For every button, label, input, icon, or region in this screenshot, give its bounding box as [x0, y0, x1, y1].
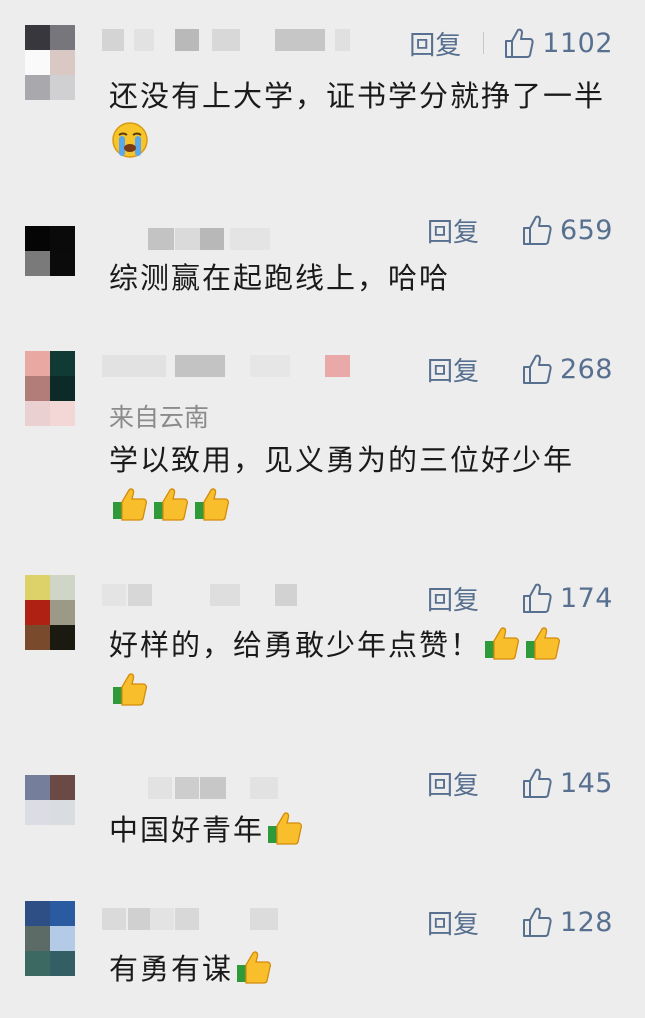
- comment-actions: 回复 128: [427, 904, 613, 940]
- comment-actions: 回复 659: [427, 212, 613, 248]
- comment-text: 还没有上大学，证书学分就挣了一半: [109, 73, 619, 165]
- thumbs-up-icon: [523, 623, 563, 663]
- username-blurred[interactable]: [100, 224, 370, 254]
- thumbs-up-icon: [110, 669, 150, 709]
- divider: [483, 32, 485, 54]
- username-blurred[interactable]: [100, 904, 370, 934]
- avatar[interactable]: [25, 25, 75, 75]
- thumbs-up-icon: [234, 947, 274, 987]
- comment-text: 好样的，给勇敢少年点赞！: [109, 622, 619, 714]
- like-count: 145: [559, 767, 613, 799]
- like-count: 128: [559, 906, 613, 938]
- comment-text: 有勇有谋: [109, 946, 619, 992]
- comment-text-content: 中国好青年: [109, 813, 265, 847]
- reply-button[interactable]: 回复: [409, 25, 461, 62]
- reply-button[interactable]: 回复: [427, 351, 479, 388]
- comment-actions: 回复 145: [427, 765, 613, 801]
- reply-button[interactable]: 回复: [427, 212, 479, 249]
- comment-text-content: 好样的，给勇敢少年点赞！: [109, 628, 482, 662]
- thumbs-up-outline-icon[interactable]: [522, 767, 552, 799]
- avatar[interactable]: [25, 575, 75, 650]
- avatar[interactable]: [25, 775, 75, 825]
- comment-actions: 回复 268: [427, 351, 613, 387]
- thumbs-up-outline-icon[interactable]: [522, 214, 552, 246]
- comment-text: 学以致用，见义勇为的三位好少年: [109, 437, 619, 529]
- reply-button[interactable]: 回复: [427, 580, 479, 617]
- thumbs-up-outline-icon[interactable]: [522, 906, 552, 938]
- avatar-lower: [25, 401, 75, 426]
- location-label: 来自云南: [109, 403, 210, 432]
- thumbs-up-icon: [482, 623, 522, 663]
- comment-actions: 回复 1102: [409, 25, 613, 61]
- avatar[interactable]: [25, 351, 75, 401]
- reply-button[interactable]: 回复: [427, 904, 479, 941]
- comment-text-content: 综测赢在起跑线上，哈哈: [109, 261, 451, 295]
- thumbs-up-outline-icon[interactable]: [522, 353, 552, 385]
- thumbs-up-icon: [192, 484, 232, 524]
- thumbs-up-outline-icon[interactable]: [522, 582, 552, 614]
- like-count: 174: [559, 582, 613, 614]
- like-count: 268: [559, 353, 613, 385]
- username-blurred[interactable]: [100, 351, 370, 381]
- comment-text-content: 有勇有谋: [109, 952, 234, 986]
- avatar-lower: [25, 75, 75, 125]
- thumbs-up-icon: [110, 484, 150, 524]
- comment-text-content: 学以致用，见义勇为的三位好少年: [109, 443, 575, 477]
- username-blurred[interactable]: [100, 25, 370, 55]
- thumbs-up-outline-icon[interactable]: [504, 27, 534, 59]
- thumbs-up-icon: [265, 808, 305, 848]
- like-count: 659: [559, 214, 613, 246]
- comment-text: 中国好青年: [109, 807, 619, 853]
- crying-face-icon: [110, 120, 150, 160]
- thumbs-up-icon: [151, 484, 191, 524]
- comment-actions: 回复 174: [427, 580, 613, 616]
- like-count: 1102: [542, 27, 613, 59]
- reply-button[interactable]: 回复: [427, 765, 479, 802]
- username-blurred[interactable]: [100, 580, 370, 610]
- avatar[interactable]: [25, 901, 75, 976]
- username-blurred[interactable]: [100, 773, 370, 803]
- avatar[interactable]: [25, 226, 75, 276]
- comment-text-content: 还没有上大学，证书学分就挣了一半: [109, 79, 606, 113]
- comment-text: 综测赢在起跑线上，哈哈: [109, 255, 619, 301]
- comment-list: 回复 1102 还没有上大学，证书学分就挣了一半 回复 659 综测赢在起跑线上…: [0, 0, 645, 1018]
